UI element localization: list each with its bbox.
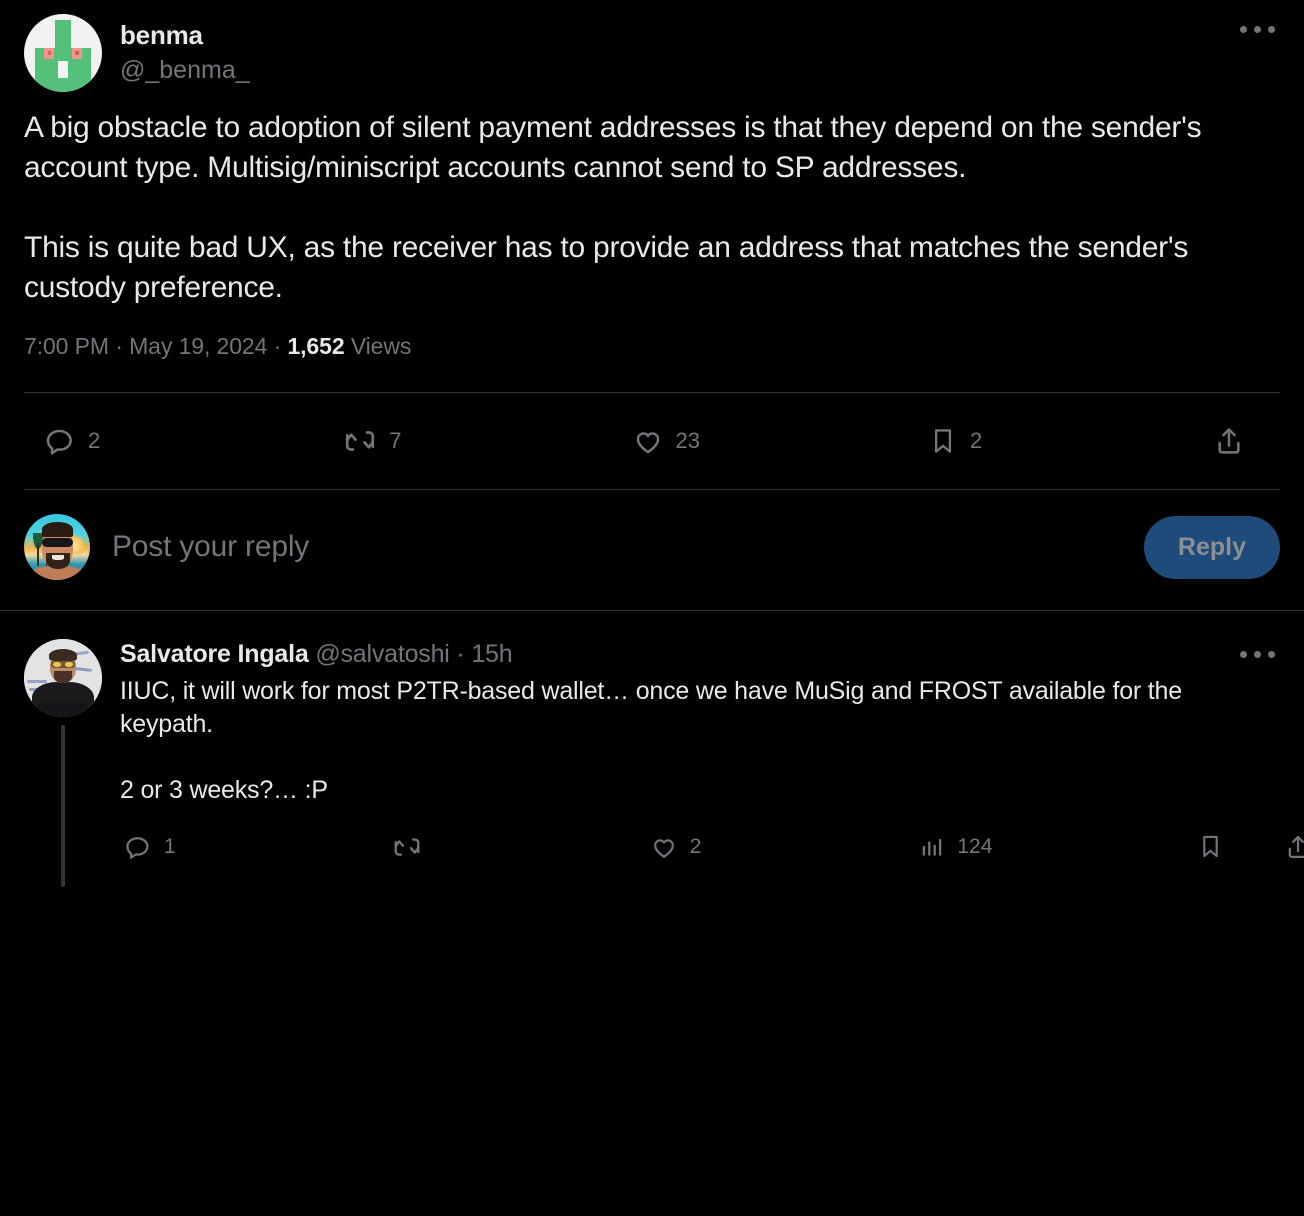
reply-reply-count: 1 — [164, 834, 176, 858]
main-like-action[interactable]: 23 — [632, 425, 700, 457]
author-display-name[interactable]: benma — [120, 20, 1234, 52]
tweet-detail-page: benma @_benma_ A big obstacle to adoptio… — [0, 0, 1304, 1216]
reply-tweet-header: Salvatore Ingala @salvatoshi · 15h — [120, 639, 1280, 670]
retweet-icon — [343, 424, 377, 458]
main-bookmark-count: 2 — [969, 428, 983, 454]
reply-author-handle[interactable]: @salvatoshi — [315, 640, 450, 668]
bookmark-icon — [928, 426, 958, 456]
reply-submit-button[interactable]: Reply — [1143, 515, 1280, 579]
meta-separator-1: · — [115, 333, 123, 360]
main-tweet-more-icon[interactable] — [1234, 14, 1280, 44]
reply-tweet-action-bar: 1 2 124 — [120, 807, 1304, 887]
bookmark-icon — [1197, 833, 1224, 860]
main-tweet-action-bar: 2 7 23 2 — [24, 393, 1280, 489]
reply-timestamp[interactable]: 15h — [471, 640, 512, 668]
reply-reply-action[interactable]: 1 — [124, 833, 176, 861]
main-reply-action[interactable]: 2 — [44, 425, 100, 457]
benma-avatar[interactable] — [24, 14, 102, 92]
reply-icon — [44, 425, 76, 457]
reply-author-display-name[interactable]: Salvatore Ingala — [120, 640, 309, 668]
reply-tweet-text: IIUC, it will work for most P2TR-based w… — [120, 676, 1182, 804]
main-tweet-text: A big obstacle to adoption of silent pay… — [24, 111, 1202, 304]
reply-share-action[interactable] — [1284, 833, 1304, 861]
views-count: 1,652 — [287, 333, 345, 360]
reply-tweet-more-icon[interactable] — [1234, 639, 1280, 669]
current-user-avatar[interactable] — [24, 514, 90, 581]
tweet-date: May 19, 2024 — [129, 333, 268, 360]
share-icon — [1284, 833, 1304, 861]
reply-views-action[interactable]: 124 — [919, 834, 992, 860]
author-handle[interactable]: @_benma_ — [120, 54, 1234, 87]
reply-like-count: 2 — [689, 834, 702, 858]
reply-author[interactable]: Salvatore Ingala @salvatoshi · 15h — [120, 639, 513, 670]
like-icon — [632, 425, 664, 457]
reply-views-count: 124 — [957, 834, 993, 858]
main-tweet-header: benma @_benma_ — [24, 0, 1280, 92]
main-tweet-meta: 7:00 PM · May 19, 2024 · 1,652 Views — [24, 333, 1280, 360]
main-tweet-author[interactable]: benma @_benma_ — [120, 14, 1234, 86]
reply-bookmark-action[interactable] — [1197, 833, 1236, 860]
reply-meta-separator: · — [456, 640, 465, 669]
meta-separator-2: · — [273, 333, 282, 360]
reply-retweet-action[interactable] — [392, 832, 434, 862]
like-icon — [650, 833, 678, 861]
reply-input[interactable]: Post your reply — [112, 530, 1144, 564]
reply-avatar-column — [24, 639, 102, 887]
main-retweet-count: 7 — [389, 428, 402, 454]
main-like-count: 23 — [675, 428, 700, 454]
views-icon — [919, 834, 945, 860]
share-icon — [1213, 425, 1245, 457]
reply-composer[interactable]: Post your reply Reply — [0, 490, 1304, 610]
main-tweet-divider-top-wrap: 2 7 23 2 — [0, 392, 1304, 491]
thread-connector-line — [61, 725, 65, 887]
salvatore-ingala-avatar[interactable] — [24, 639, 102, 718]
main-tweet: benma @_benma_ A big obstacle to adoptio… — [0, 0, 1304, 360]
reply-content: Salvatore Ingala @salvatoshi · 15h IIUC,… — [120, 639, 1304, 887]
views-label: Views — [350, 333, 412, 360]
reply-icon — [124, 833, 152, 861]
main-share-action[interactable] — [1213, 425, 1257, 457]
reply-tweet: Salvatore Ingala @salvatoshi · 15h IIUC,… — [0, 611, 1304, 887]
main-bookmark-action[interactable]: 2 — [928, 426, 982, 456]
tweet-time: 7:00 PM — [24, 333, 109, 360]
reply-like-action[interactable]: 2 — [650, 833, 702, 861]
main-reply-count: 2 — [88, 428, 101, 454]
retweet-icon — [392, 832, 422, 862]
main-retweet-action[interactable]: 7 — [343, 424, 402, 458]
